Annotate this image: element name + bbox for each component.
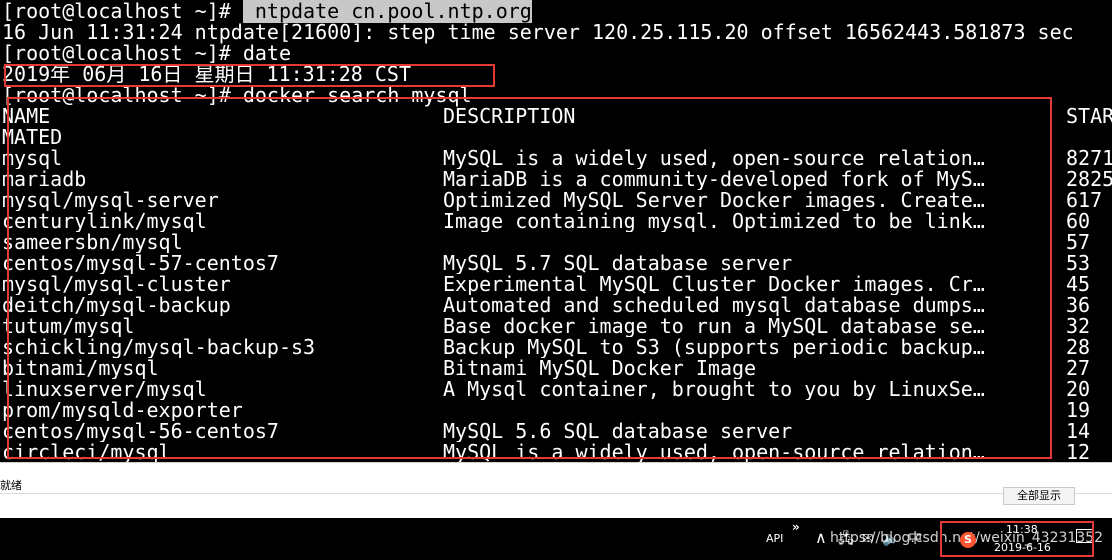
clock-date[interactable]: 2019-6-16 xyxy=(994,541,1051,554)
cell-description: MySQL is a widely used, open-source rela… xyxy=(443,442,985,462)
cell-stars: 60 xyxy=(1066,211,1091,232)
cell-name: mysql xyxy=(2,148,63,169)
tray-expand-icon[interactable]: ∧ xyxy=(815,528,827,547)
cell-stars: 19 xyxy=(1066,400,1091,421)
cell-description: Backup MySQL to S3 (supports periodic ba… xyxy=(443,337,985,358)
cell-stars: 28 xyxy=(1066,337,1091,358)
header-name: NAME xyxy=(2,106,51,127)
cell-stars: 53 xyxy=(1066,253,1091,274)
cell-name: mariadb xyxy=(2,169,87,190)
cell-description: MySQL 5.6 SQL database server xyxy=(443,421,793,442)
table-row: circleci/mysql MySQL is a widely used, op… xyxy=(0,442,1112,462)
terminal-line-date-cmd: [root@localhost ~]# date xyxy=(2,41,291,65)
terminal-window[interactable]: [root@localhost ~]# ntpdate cn.pool.ntp.… xyxy=(0,0,1112,462)
table-row: mariadb MariaDB is a community-developed … xyxy=(0,169,1112,190)
header-description: DESCRIPTION xyxy=(443,106,576,127)
cell-name: bitnami/mysql xyxy=(2,358,159,379)
cell-description: Optimized MySQL Server Docker images. Cr… xyxy=(443,190,985,211)
status-divider xyxy=(0,493,1112,494)
table-row: schickling/mysql-backup-s3 Backup MySQL t… xyxy=(0,337,1112,358)
cell-stars: 45 xyxy=(1066,274,1091,295)
cell-name: mysql/mysql-cluster xyxy=(2,274,231,295)
header-wrap-text: MATED xyxy=(2,127,63,148)
table-row: linuxserver/mysql A Mysql container, brou… xyxy=(0,379,1112,400)
show-all-button[interactable]: 全部显示 xyxy=(1003,487,1075,505)
cell-description: Image containing mysql. Optimized to be … xyxy=(443,211,985,232)
cell-name: schickling/mysql-backup-s3 xyxy=(2,337,316,358)
header-stars: STARS xyxy=(1066,106,1112,127)
cell-description xyxy=(443,232,1053,253)
cell-description: MySQL is a widely used, open-source rela… xyxy=(443,148,985,169)
cell-stars: 36 xyxy=(1066,295,1091,316)
cell-name: centos/mysql-56-centos7 xyxy=(2,421,279,442)
cell-description: Bitnami MySQL Docker Image xyxy=(443,358,757,379)
cell-name: linuxserver/mysql xyxy=(2,379,207,400)
table-row: tutum/mysql Base docker image to run a My… xyxy=(0,316,1112,337)
table-header: NAME DESCRIPTION STARS xyxy=(0,106,1112,127)
status-text: 就绪 xyxy=(0,479,22,492)
terminal-line-ntp-output: 16 Jun 11:31:24 ntpdate[21600]: step tim… xyxy=(2,20,1074,44)
cell-description: Experimental MySQL Cluster Docker images… xyxy=(443,274,985,295)
cell-stars: 57 xyxy=(1066,232,1091,253)
cell-stars: 32 xyxy=(1066,316,1091,337)
table-row: bitnami/mysql Bitnami MySQL Docker Image 2… xyxy=(0,358,1112,379)
cell-name: prom/mysqld-exporter xyxy=(2,400,243,421)
cell-name: centurylink/mysql xyxy=(2,211,207,232)
cell-stars: 12 xyxy=(1066,442,1091,462)
table-header-wrap: MATED xyxy=(0,127,1112,148)
terminal-line-date-output: 2019年 06月 16日 星期日 11:31:28 CST xyxy=(2,62,411,86)
cell-description: Base docker image to run a MySQL databas… xyxy=(443,316,985,337)
cell-name: tutum/mysql xyxy=(2,316,135,337)
table-row: mysql/mysql-server Optimized MySQL Server… xyxy=(0,190,1112,211)
table-row: centos/mysql-56-centos7 MySQL 5.6 SQL dat… xyxy=(0,421,1112,442)
cell-stars: 27 xyxy=(1066,358,1091,379)
table-row: prom/mysqld-exporter 19 xyxy=(0,400,1112,421)
table-row: centurylink/mysql Image containing mysql.… xyxy=(0,211,1112,232)
cell-stars: 8271 xyxy=(1066,148,1112,169)
csdn-logo-icon[interactable]: S xyxy=(960,532,976,548)
api-label[interactable]: API xyxy=(766,532,783,545)
cell-description: MariaDB is a community-developed fork of… xyxy=(443,169,985,190)
table-row: centos/mysql-57-centos7 MySQL 5.7 SQL dat… xyxy=(0,253,1112,274)
status-bar: 就绪 全部显示 xyxy=(0,462,1112,519)
table-row: mysql MySQL is a widely used, open-source… xyxy=(0,148,1112,169)
cell-name: circleci/mysql xyxy=(2,442,171,462)
cell-name: sameersbn/mysql xyxy=(2,232,183,253)
cell-description xyxy=(443,400,1053,421)
cell-stars: 20 xyxy=(1066,379,1091,400)
cell-stars: 2825 xyxy=(1066,169,1112,190)
table-row: sameersbn/mysql 57 xyxy=(0,232,1112,253)
toolbar-more-icon[interactable]: » xyxy=(792,520,800,534)
notification-icon[interactable] xyxy=(1076,529,1093,543)
cell-stars: 617 xyxy=(1066,190,1103,211)
cell-stars: 14 xyxy=(1066,421,1091,442)
cell-description: Automated and scheduled mysql database d… xyxy=(443,295,985,316)
table-row: mysql/mysql-cluster Experimental MySQL Cl… xyxy=(0,274,1112,295)
clock-time[interactable]: 11:38 xyxy=(1006,523,1038,536)
cell-name: mysql/mysql-server xyxy=(2,190,219,211)
cell-description: A Mysql container, brought to you by Lin… xyxy=(443,379,985,400)
terminal-line-ntpdate: [root@localhost ~]# ntpdate cn.pool.ntp.… xyxy=(2,0,532,23)
terminal-line-docker-search: [root@localhost ~]# docker search mysql xyxy=(2,83,472,107)
taskbar: API » ∧ 🖧 ✉ 🔈 中 https://blog.csdn.net/we… xyxy=(0,518,1112,560)
cell-description: MySQL 5.7 SQL database server xyxy=(443,253,793,274)
cell-name: centos/mysql-57-centos7 xyxy=(2,253,279,274)
table-row: deitch/mysql-backup Automated and schedul… xyxy=(0,295,1112,316)
cell-name: deitch/mysql-backup xyxy=(2,295,231,316)
